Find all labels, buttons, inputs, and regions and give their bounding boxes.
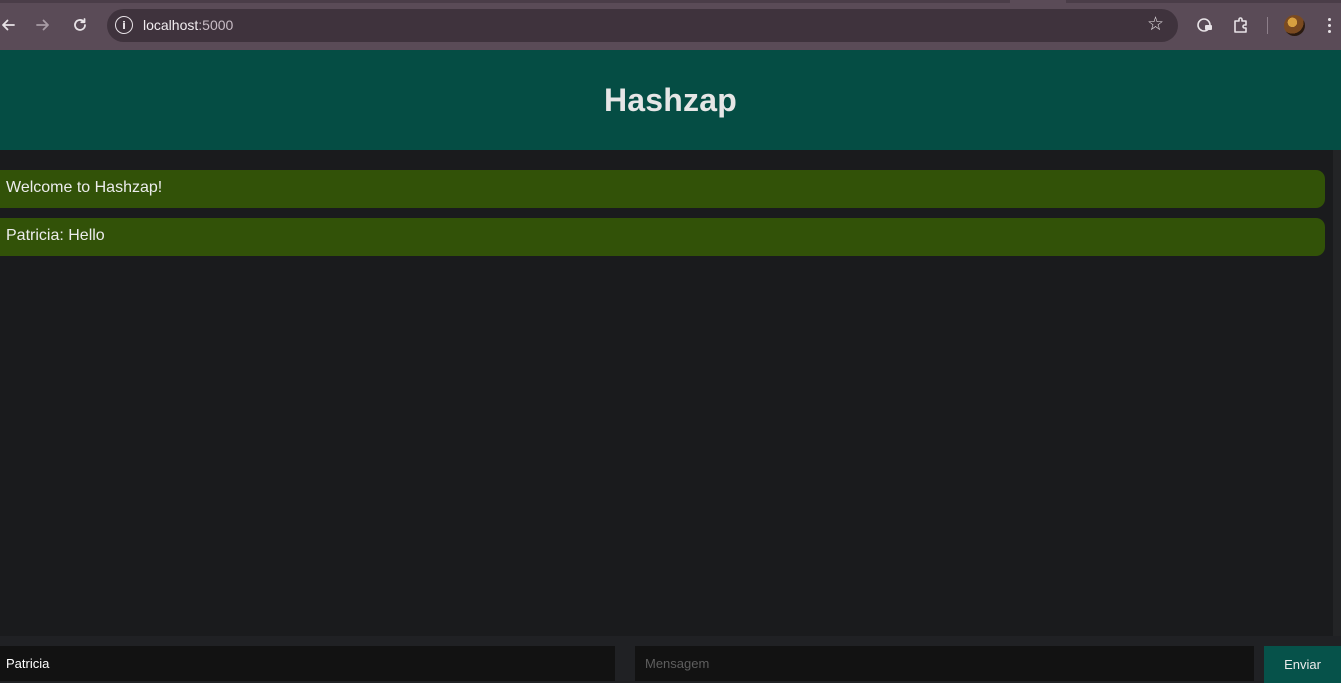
browser-toolbar: i localhost:5000 ☆ <box>0 0 1341 50</box>
arrow-right-icon <box>36 19 49 31</box>
profile-avatar[interactable] <box>1284 15 1305 36</box>
url-host: localhost <box>143 17 199 33</box>
app-header: Hashzap <box>0 50 1341 150</box>
chat-messages: Welcome to Hashzap! Patricia: Hello <box>0 150 1333 636</box>
reload-icon <box>74 18 86 31</box>
tab-strip-edge-right <box>1066 0 1341 3</box>
message-composer: Enviar <box>0 636 1341 683</box>
app-title: Hashzap <box>604 81 737 118</box>
username-input[interactable] <box>0 646 615 681</box>
back-button[interactable] <box>0 13 20 37</box>
kebab-menu-icon[interactable] <box>1322 14 1336 36</box>
chat-message: Patricia: Hello <box>0 218 1325 256</box>
guest-icon[interactable] <box>1194 14 1216 36</box>
send-button[interactable]: Enviar <box>1264 646 1341 683</box>
toolbar-divider <box>1267 17 1268 34</box>
chat-message: Welcome to Hashzap! <box>0 170 1325 208</box>
star-icon[interactable]: ☆ <box>1147 15 1164 34</box>
puzzle-icon[interactable] <box>1230 14 1252 36</box>
url-text[interactable]: localhost:5000 <box>143 17 233 33</box>
address-bar[interactable]: i localhost:5000 ☆ <box>107 9 1178 42</box>
tab-strip-edge <box>0 0 1010 3</box>
info-icon[interactable]: i <box>115 16 133 34</box>
forward-button[interactable] <box>31 13 55 37</box>
chat-scrollbar[interactable] <box>1333 150 1341 636</box>
url-port: :5000 <box>198 17 234 33</box>
reload-button[interactable] <box>68 13 92 37</box>
message-input[interactable] <box>635 646 1254 681</box>
arrow-left-icon <box>2 19 15 31</box>
